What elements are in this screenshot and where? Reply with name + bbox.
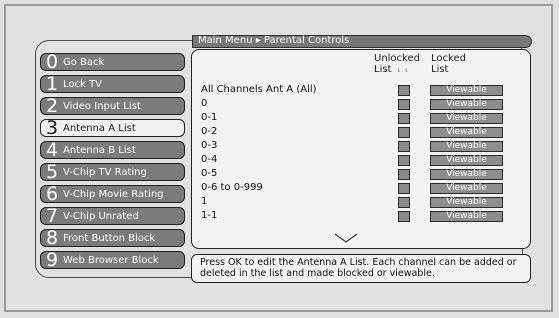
menu-button-number: 0 xyxy=(46,51,59,73)
menu-button-label: Antenna B List xyxy=(63,145,136,156)
lock-open-icon: ⍳ xyxy=(397,66,401,74)
menu-button-v-chip-movie-rating[interactable]: 6 V-Chip Movie Rating xyxy=(40,183,185,205)
menu-button-lock-tv[interactable]: 1 Lock TV xyxy=(40,73,185,95)
channel-name: 0 xyxy=(201,98,208,109)
channel-name: 0-3 xyxy=(201,140,218,151)
menu-button-antenna-b-list[interactable]: 4 Antenna B List xyxy=(40,139,185,161)
breadcrumb: Main Menu ▸ Parental Controls xyxy=(198,34,349,48)
unlocked-checkbox[interactable] xyxy=(398,127,410,138)
channel-name: 0-4 xyxy=(201,154,218,165)
menu-button-label: Lock TV xyxy=(63,79,102,90)
locked-column-header: Locked List xyxy=(431,54,466,75)
unlocked-header-line2: List xyxy=(374,64,392,75)
unlocked-checkbox[interactable] xyxy=(398,155,410,166)
viewable-status-button[interactable]: Viewable xyxy=(430,127,503,138)
unlocked-checkbox[interactable] xyxy=(398,85,410,96)
menu-button-label: Front Button Block xyxy=(63,233,156,244)
channel-name: 1 xyxy=(201,196,208,207)
menu-button-label: Video Input List xyxy=(63,101,141,112)
menu-button-label: Go Back xyxy=(63,57,105,68)
breadcrumb-current: Parental Controls xyxy=(263,35,350,46)
viewable-status-button[interactable]: Viewable xyxy=(430,169,503,180)
menu-button-number: 8 xyxy=(46,227,59,249)
locked-header-line1: Locked xyxy=(431,53,466,64)
channel-name: 0-5 xyxy=(201,168,218,179)
unlocked-checkbox[interactable] xyxy=(398,183,410,194)
unlocked-header-line1: Unlocked xyxy=(374,53,420,64)
channel-name: 0-6 to 0-999 xyxy=(201,182,263,193)
triangle-down-icon[interactable] xyxy=(334,233,358,244)
menu-button-number: 2 xyxy=(46,95,59,117)
menu-button-number: 7 xyxy=(46,205,59,227)
menu-button-number: 5 xyxy=(46,161,59,183)
info-text: Press OK to edit the Antenna A List. Eac… xyxy=(200,257,517,279)
locked-header-line2: List xyxy=(431,64,449,75)
channel-name: 0-1 xyxy=(201,112,218,123)
menu-button-label: Antenna A List xyxy=(63,123,136,134)
menu-button-web-browser-block[interactable]: 9 Web Browser Block xyxy=(40,249,185,271)
unlocked-checkbox[interactable] xyxy=(398,169,410,180)
unlocked-checkbox[interactable] xyxy=(398,141,410,152)
menu-button-video-input-list[interactable]: 2 Video Input List xyxy=(40,95,185,117)
unlocked-checkbox[interactable] xyxy=(398,113,410,124)
menu-button-v-chip-unrated[interactable]: 7 V-Chip Unrated xyxy=(40,205,185,227)
menu-button-label: V-Chip TV Rating xyxy=(63,167,147,178)
lock-icon: ⍳ xyxy=(405,66,408,74)
unlocked-checkbox[interactable] xyxy=(398,197,410,208)
triangle-right-icon: ▸ xyxy=(255,35,261,46)
viewable-status-button[interactable]: Viewable xyxy=(430,85,503,96)
viewable-status-button[interactable]: Viewable xyxy=(430,99,503,110)
unlocked-checkbox[interactable] xyxy=(398,99,410,110)
viewable-status-button[interactable]: Viewable xyxy=(430,155,503,166)
channel-name: 0-2 xyxy=(201,126,218,137)
unlocked-column-header: Unlocked List ⍳ ⍳ xyxy=(374,54,420,75)
viewable-status-button[interactable]: Viewable xyxy=(430,211,503,222)
viewable-status-button[interactable]: Viewable xyxy=(430,183,503,194)
menu-button-number: 3 xyxy=(46,117,59,139)
menu-button-label: V-Chip Unrated xyxy=(63,211,139,222)
viewable-status-button[interactable]: Viewable xyxy=(430,197,503,208)
menu-button-number: 4 xyxy=(46,139,59,161)
breadcrumb-root: Main Menu xyxy=(198,35,253,46)
menu-button-number: 9 xyxy=(46,249,59,271)
viewable-status-button[interactable]: Viewable xyxy=(430,141,503,152)
channel-name: All Channels Ant A (All) xyxy=(201,84,317,95)
channel-name: 1-1 xyxy=(201,210,218,221)
menu-button-antenna-a-list[interactable]: 3 Antenna A List xyxy=(40,117,185,139)
viewable-status-button[interactable]: Viewable xyxy=(430,113,503,124)
menu-button-number: 1 xyxy=(46,73,59,95)
menu-button-label: Web Browser Block xyxy=(63,255,159,266)
menu-button-front-button-block[interactable]: 8 Front Button Block xyxy=(40,227,185,249)
menu-button-go-back[interactable]: 0 Go Back xyxy=(40,51,185,73)
menu-button-number: 6 xyxy=(46,183,59,205)
menu-button-v-chip-tv-rating[interactable]: 5 V-Chip TV Rating xyxy=(40,161,185,183)
menu-button-label: V-Chip Movie Rating xyxy=(63,189,164,200)
unlocked-checkbox[interactable] xyxy=(398,211,410,222)
